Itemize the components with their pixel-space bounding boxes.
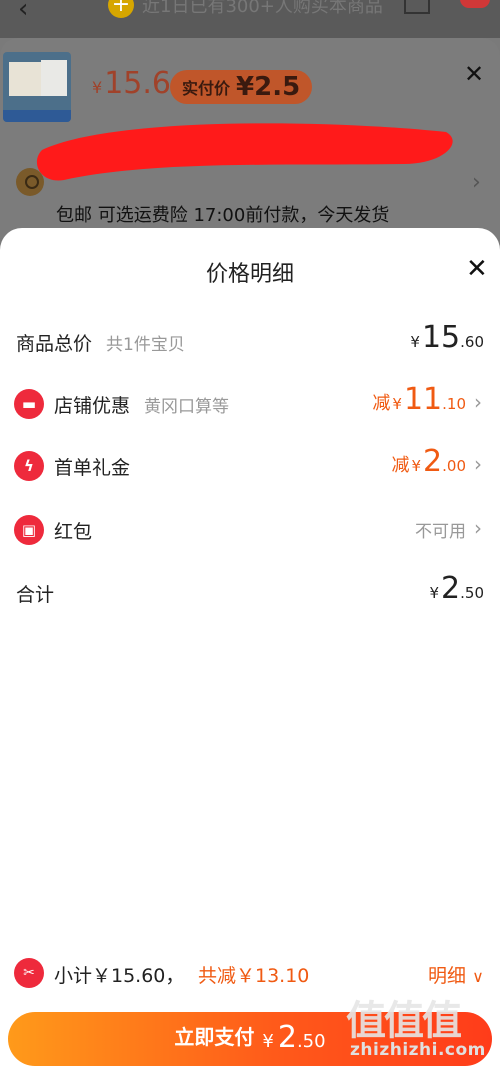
row-label: 合计 xyxy=(16,584,55,606)
store-icon: ▬ xyxy=(14,389,44,419)
row-label: 商品总价 xyxy=(16,333,93,355)
thumbnail-book-cover xyxy=(9,62,41,96)
subtotal-text: 小计￥15.60， xyxy=(54,965,185,987)
back-icon[interactable]: ‹ xyxy=(18,0,28,24)
close-icon[interactable]: ✕ xyxy=(466,254,488,284)
row-sub: 共1件宝贝 xyxy=(106,335,185,355)
notice-text: 近1日已有300+人购买本商品 xyxy=(142,0,383,17)
location-icon xyxy=(16,168,44,196)
price-value: 15.6 xyxy=(104,66,171,101)
cart-icon[interactable] xyxy=(404,0,430,14)
price-currency: ¥ xyxy=(92,78,103,97)
row-label: 首单礼金 xyxy=(54,457,131,479)
row-grand-total: 合计 ¥2.50 xyxy=(0,571,500,615)
row-red-packet[interactable]: ▣ 红包 不可用 › xyxy=(0,508,500,552)
close-icon[interactable]: ✕ xyxy=(464,60,484,88)
chevron-down-icon: ∨ xyxy=(472,967,484,986)
plus-icon: + xyxy=(108,0,134,18)
badge-icon xyxy=(460,0,490,8)
chevron-right-icon: › xyxy=(474,516,482,540)
product-price: ¥15.6 xyxy=(92,66,171,101)
thumbnail-book-back xyxy=(41,60,67,96)
price-detail-sheet: 价格明细 ✕ 商品总价 共1件宝贝 ¥15.60 ▬ 店铺优惠 黄冈口算等 减 ¥… xyxy=(0,228,500,1067)
sheet-title: 价格明细 xyxy=(205,262,294,287)
chevron-right-icon: › xyxy=(474,452,482,476)
row-label: 红包 xyxy=(54,521,93,543)
actual-price-value: ¥2.5 xyxy=(236,72,301,102)
row-value: ¥15.60 xyxy=(410,320,484,355)
lightning-icon: ϟ xyxy=(14,451,44,481)
detail-toggle[interactable]: 明细 ∨ xyxy=(428,961,484,988)
row-label: 店铺优惠 xyxy=(54,395,131,417)
total-reduction: 共减￥13.10 xyxy=(198,965,310,987)
row-total-goods: 商品总价 共1件宝贝 ¥15.60 xyxy=(0,320,500,364)
watermark-text: zhizhizhi.com xyxy=(350,1040,486,1060)
row-status: 不可用 xyxy=(415,522,466,542)
row-first-order-gift[interactable]: ϟ 首单礼金 减 ¥2.00 › xyxy=(0,444,500,488)
product-thumbnail xyxy=(3,52,71,122)
actual-price-label: 实付价 xyxy=(182,79,231,98)
chevron-right-icon: › xyxy=(474,390,482,414)
row-value: 减 ¥2.00 xyxy=(391,444,467,479)
row-value: ¥2.50 xyxy=(429,571,485,606)
ticket-icon: ✂ xyxy=(14,958,44,988)
buyers-notice: + 近1日已有300+人购买本商品 xyxy=(108,0,383,18)
watermark-logo: 值值值 xyxy=(346,998,462,1044)
chevron-right-icon[interactable]: › xyxy=(472,170,481,195)
pay-label: 立即支付 xyxy=(174,1025,255,1049)
top-bar: ‹ + 近1日已有300+人购买本商品 xyxy=(0,0,500,38)
red-packet-icon: ▣ xyxy=(14,515,44,545)
shipping-info: 包邮 可选运费险 17:00前付款，今天发货 xyxy=(56,205,390,226)
row-value: 减 ¥11.10 xyxy=(372,382,466,417)
row-sub: 黄冈口算等 xyxy=(144,397,229,417)
actual-price-badge: 实付价 ¥2.5 xyxy=(170,70,313,104)
row-store-discount[interactable]: ▬ 店铺优惠 黄冈口算等 减 ¥11.10 › xyxy=(0,382,500,426)
redaction-mark xyxy=(36,123,453,181)
